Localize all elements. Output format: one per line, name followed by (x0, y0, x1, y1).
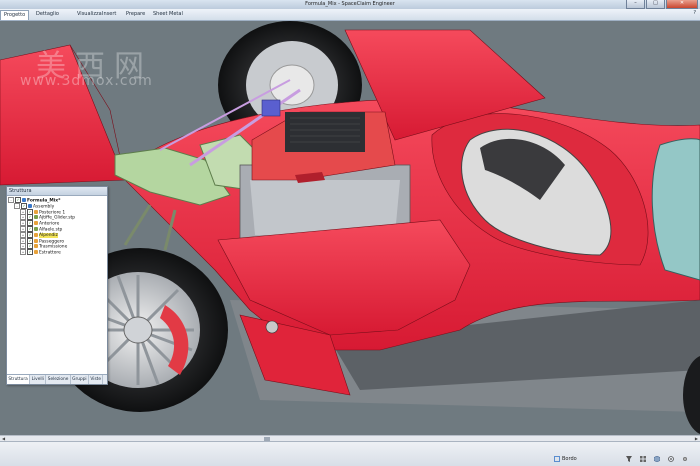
maximize-button[interactable]: □ (646, 0, 665, 9)
grid-icon[interactable] (640, 456, 646, 462)
tab-insert[interactable]: Insert (99, 10, 119, 19)
tree-item[interactable]: + ✓ Estrattore (8, 249, 106, 256)
3d-viewport[interactable]: 美西网 www.3dmox.com Struttura - ✓ Formula_Mi… (0, 21, 700, 435)
structure-panel-tabs: Struttura Livelli Selezione Gruppi Viste (7, 374, 107, 384)
close-button[interactable]: ✕ (666, 0, 698, 9)
panel-tab-selezione[interactable]: Selezione (46, 375, 71, 384)
snap-icon[interactable] (668, 456, 674, 462)
settings-icon[interactable] (682, 456, 688, 462)
component-icon (34, 244, 38, 249)
visibility-checkbox[interactable]: ✓ (27, 249, 33, 256)
minimize-button[interactable]: – (626, 0, 645, 9)
tab-dettaglio[interactable]: Dettaglio (33, 10, 62, 19)
panel-tab-viste[interactable]: Viste (89, 375, 104, 384)
tab-prepare[interactable]: Prepare (123, 10, 148, 19)
view-cube-icon[interactable] (654, 456, 660, 462)
status-selection-mode: Bordo (562, 456, 577, 462)
component-icon (34, 215, 38, 220)
edge-select-icon[interactable] (554, 456, 560, 462)
component-icon (34, 221, 38, 226)
window-title: Formula_Mix - SpaceClaim Engineer (305, 1, 395, 7)
help-icon[interactable]: ? (693, 10, 696, 16)
component-icon (28, 203, 32, 208)
structure-tree: - ✓ Formula_Mix* - ✓ Assembly + ✓ Posteriore 1 + ✓… (7, 196, 107, 256)
tree-item-label: Estrattore (39, 250, 61, 256)
component-icon (34, 209, 38, 214)
watermark-url: www.3dmox.com (20, 73, 153, 89)
component-icon (22, 198, 26, 202)
panel-tab-livelli[interactable]: Livelli (30, 375, 47, 384)
tab-progetto[interactable]: Progetto (0, 10, 30, 20)
ribbon-tabs: Progetto Dettaglio Visualizza Insert Pre… (0, 9, 700, 21)
panel-tab-struttura[interactable]: Struttura (7, 375, 31, 384)
structure-panel: Struttura - ✓ Formula_Mix* - ✓ Assembly + ✓ Post… (6, 186, 108, 385)
status-bar: Bordo (0, 441, 700, 466)
tab-sheet-metal[interactable]: Sheet Metal (150, 10, 186, 19)
structure-panel-title: Struttura (7, 187, 107, 196)
panel-tab-gruppi[interactable]: Gruppi (71, 375, 90, 384)
component-icon (34, 238, 38, 243)
component-icon (34, 226, 38, 231)
expand-toggle-icon[interactable]: + (20, 249, 26, 256)
filter-icon[interactable] (626, 456, 632, 462)
component-icon (34, 250, 38, 255)
component-icon (34, 232, 38, 237)
